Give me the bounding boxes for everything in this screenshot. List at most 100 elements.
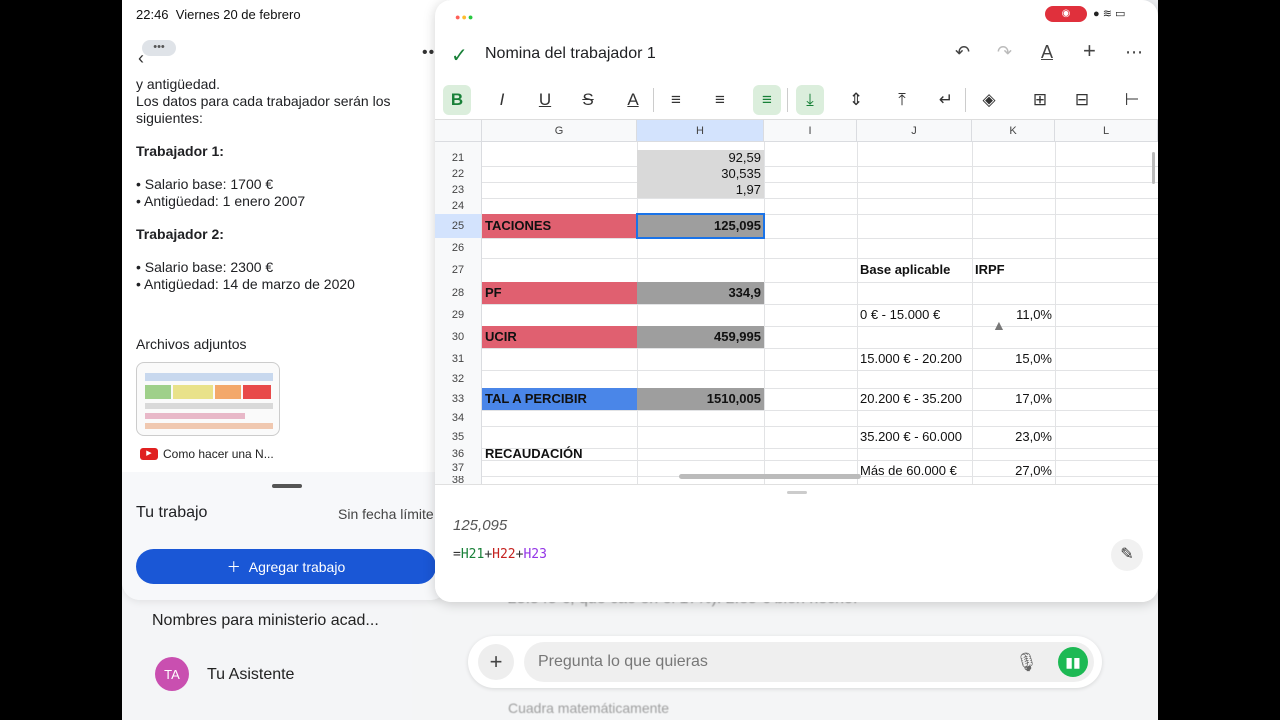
align-left-icon[interactable]: ≡ [662, 85, 690, 115]
multitask-dots-icon[interactable]: ••• [142, 40, 176, 56]
more-icon[interactable]: ⋯ [1125, 42, 1143, 63]
row-header[interactable]: 33 [435, 388, 482, 410]
cell-h28[interactable]: 334,9 [637, 282, 764, 304]
grid-line [482, 182, 1158, 183]
valign-bottom-icon[interactable]: ⤓ [796, 85, 824, 115]
formula-input[interactable]: =H21+H22+H23 [453, 547, 547, 562]
row-header[interactable]: 23 [435, 182, 482, 198]
cell-h22[interactable]: 30,535 [637, 166, 764, 182]
cell-g25[interactable]: TACIONES [482, 214, 637, 238]
youtube-icon: ▶ [140, 448, 158, 460]
text-color-icon[interactable]: A [619, 85, 647, 115]
drag-handle[interactable] [272, 484, 302, 488]
cell-j27[interactable]: Base aplicable [857, 258, 972, 282]
row-header[interactable]: 37 [435, 460, 482, 476]
corner-header[interactable] [435, 120, 482, 142]
row-header[interactable]: 27 [435, 258, 482, 282]
insert-plus-icon[interactable]: + [1083, 38, 1096, 64]
assistant-label[interactable]: Tu Asistente [207, 666, 294, 684]
row-header[interactable]: 26 [435, 238, 482, 258]
cell-j29[interactable]: 0 € - 15.000 € [857, 304, 972, 326]
cell-h25-selected[interactable]: 125,095 [636, 213, 765, 239]
cell-k35[interactable]: 23,0% [972, 426, 1055, 448]
video-thumbnail[interactable] [136, 362, 280, 436]
row-header[interactable]: 34 [435, 410, 482, 426]
add-work-button[interactable]: ＋ Agregar trabajo [136, 549, 436, 584]
cell-k29[interactable]: 11,0% [972, 304, 1055, 326]
document-title[interactable]: Nomina del trabajador 1 [485, 45, 656, 63]
row-header[interactable]: 35 [435, 426, 482, 448]
borders-icon[interactable]: ⊞ [1026, 85, 1054, 115]
row-header[interactable]: 28 [435, 282, 482, 304]
vertical-scrollbar[interactable] [1152, 152, 1155, 184]
underline-icon[interactable]: U [531, 85, 559, 115]
text-format-icon[interactable]: A [1041, 42, 1053, 63]
cell-j33[interactable]: 20.200 € - 35.200 [857, 388, 972, 410]
fill-color-icon[interactable]: ◈ [975, 85, 1003, 115]
redo-icon[interactable]: ↷ [997, 42, 1012, 63]
cell-j37[interactable]: Más de 60.000 € [857, 460, 972, 482]
cell-g36[interactable]: RECAUDACIÓN [482, 444, 637, 464]
cell-h33[interactable]: 1510,005 [637, 388, 764, 410]
prompt-input[interactable]: Pregunta lo que quieras 🎙 ▮▮ [524, 642, 1094, 682]
row-header[interactable]: 21 [435, 150, 482, 166]
intro-line: Los datos para cada trabajador serán los [136, 93, 391, 109]
cell-h30[interactable]: 459,995 [637, 326, 764, 348]
cell-g33[interactable]: TAL A PERCIBIR [482, 388, 637, 410]
recording-indicator-icon: ◉ [1045, 6, 1087, 22]
undo-icon[interactable]: ↶ [955, 42, 970, 63]
cell-k31[interactable]: 15,0% [972, 348, 1055, 370]
row-header[interactable]: 32 [435, 370, 482, 388]
row-header[interactable]: 24 [435, 198, 482, 214]
horizontal-scrollbar[interactable] [679, 474, 861, 479]
insert-row-icon[interactable]: ⊟ [1068, 85, 1096, 115]
cell-h21[interactable]: 92,59 [637, 150, 764, 166]
grid-line [482, 370, 1158, 371]
back-arrow-icon[interactable]: ‹ [138, 48, 144, 69]
cell-k27[interactable]: IRPF [972, 258, 1055, 282]
cell-k33[interactable]: 17,0% [972, 388, 1055, 410]
row-header[interactable]: 31 [435, 348, 482, 370]
column-header[interactable]: K [972, 120, 1055, 142]
italic-icon[interactable]: I [488, 85, 516, 115]
row-header[interactable]: 22 [435, 166, 482, 182]
mic-icon[interactable]: 🎙 [1015, 652, 1038, 673]
row-header[interactable]: 38 [435, 476, 482, 484]
column-header[interactable]: I [764, 120, 857, 142]
done-check-icon[interactable]: ✓ [451, 43, 468, 68]
chat-history-item[interactable]: Nombres para ministerio acad... [152, 612, 379, 630]
formula-drag-handle[interactable] [787, 491, 807, 494]
align-center-icon[interactable]: ≡ [706, 85, 734, 115]
wrap-text-icon[interactable]: ↵ [932, 85, 960, 115]
strikethrough-icon[interactable]: S [574, 85, 602, 115]
intro-line: siguientes: [136, 110, 203, 126]
insert-column-icon[interactable]: ⊢ [1118, 85, 1146, 115]
background-sidebar [122, 590, 412, 720]
row-header[interactable]: 25 [435, 214, 482, 238]
column-header[interactable]: G [482, 120, 637, 142]
cell-h23[interactable]: 1,97 [637, 182, 764, 198]
align-right-icon[interactable]: ≡ [753, 85, 781, 115]
add-attachment-button[interactable]: + [478, 644, 514, 680]
row-header[interactable]: 30 [435, 326, 482, 348]
column-header[interactable]: J [857, 120, 972, 142]
valign-middle-icon[interactable]: ⇕ [842, 85, 870, 115]
cell-j35[interactable]: 35.200 € - 60.000 [857, 426, 972, 448]
valign-top-icon[interactable]: ⤒ [888, 85, 916, 115]
cell-g30[interactable]: UCIR [482, 326, 637, 348]
video-label[interactable]: Como hacer una N... [163, 447, 274, 461]
row-header[interactable]: 36 [435, 448, 482, 460]
spreadsheet-grid[interactable]: G H I J K L 21 22 23 24 25 26 27 28 29 3… [435, 120, 1158, 484]
toolbar-divider [965, 88, 966, 112]
edit-pencil-icon[interactable]: ✎ [1111, 539, 1143, 571]
cell-j31[interactable]: 15.000 € - 20.200 [857, 348, 972, 370]
window-dots-icon[interactable]: ●●● [455, 12, 474, 22]
column-header[interactable]: H [637, 120, 764, 142]
cell-k37[interactable]: 27,0% [972, 460, 1055, 482]
voice-mode-icon[interactable]: ▮▮ [1058, 647, 1088, 677]
column-header[interactable]: L [1055, 120, 1158, 142]
bold-icon[interactable]: B [443, 85, 471, 115]
plus-icon: ＋ [226, 558, 241, 575]
row-header[interactable]: 29 [435, 304, 482, 326]
cell-g28[interactable]: PF [482, 282, 637, 304]
